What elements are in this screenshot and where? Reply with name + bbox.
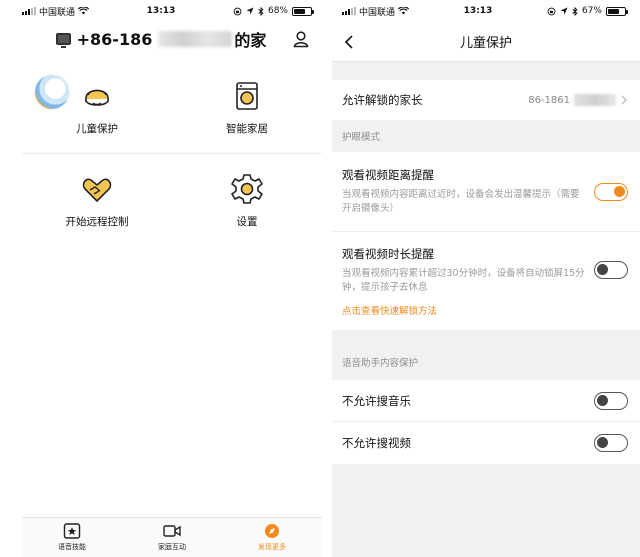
quick-unlock-link[interactable]: 点击查看快速解锁方法	[342, 303, 587, 317]
status-time: 13:13	[463, 6, 493, 16]
remote-control-entry[interactable]: 开始远程控制	[22, 154, 172, 246]
location-icon	[246, 7, 254, 15]
bottom-tab-bar: 语音技能 家庭互动 发现更多	[22, 517, 322, 557]
status-bar: 中国联通 13:13 67%	[332, 0, 640, 22]
screenshot-root: 中国联通 13:13 68% +86-186 的家 儿童保护 智能家居 开始远程…	[0, 0, 640, 557]
gear-icon	[231, 173, 263, 204]
child-head-icon	[85, 89, 109, 106]
block-music-row: 不允许搜音乐	[332, 380, 640, 422]
grid-label: 智能家居	[226, 123, 268, 135]
section-header-eye-care: 护眼模式	[342, 132, 381, 143]
home-title[interactable]: +86-186 的家	[55, 27, 267, 51]
bluetooth-icon	[572, 6, 578, 16]
grid-label: 开始远程控制	[65, 215, 129, 228]
tab-family-interaction[interactable]: 家庭互动	[122, 518, 222, 557]
wifi-icon	[398, 7, 410, 15]
compass-icon	[265, 524, 279, 538]
washing-machine-icon	[236, 82, 258, 110]
tab-voice-skills[interactable]: 语音技能	[22, 518, 122, 557]
section-header-voice-protection: 语音助手内容保护	[342, 358, 419, 369]
tab-label: 家庭互动	[158, 543, 186, 551]
feature-grid: 儿童保护 智能家居 开始远程控制 设置	[22, 62, 322, 246]
tab-discover-more[interactable]: 发现更多	[222, 518, 322, 557]
nav-bar: 儿童保护	[332, 22, 640, 62]
redacted-number	[574, 94, 616, 106]
signal-icon	[22, 7, 36, 15]
distance-reminder-desc: 当观看视频内容距离过近时，设备会发出温馨提示（需要开启摄像头）	[342, 189, 580, 214]
block-video-title: 不允许搜视频	[342, 436, 411, 450]
parent-value: 86-1861	[528, 94, 570, 106]
eye-care-group: 观看视频距离提醒 当观看视频内容距离过近时，设备会发出温馨提示（需要开启摄像头）…	[332, 152, 640, 330]
chevron-right-icon	[621, 95, 627, 105]
redacted-number	[158, 31, 233, 47]
grid-row: 儿童保护 智能家居	[22, 62, 322, 154]
tv-icon	[55, 33, 71, 48]
home-title-prefix: +86-186	[76, 29, 153, 49]
duration-reminder-row: 观看视频时长提醒 当观看视频内容累计超过30分钟时，设备将自动锁屏15分钟，提示…	[332, 232, 640, 330]
home-screen: 中国联通 13:13 68% +86-186 的家 儿童保护 智能家居 开始远程…	[0, 0, 322, 557]
grid-label: 儿童保护	[76, 123, 118, 135]
signal-icon	[342, 7, 356, 15]
child-protection-entry[interactable]: 儿童保护	[22, 62, 172, 153]
settings-entry[interactable]: 设置	[172, 154, 322, 246]
star-box-icon	[63, 523, 81, 539]
grid-label: 设置	[236, 215, 258, 228]
duration-reminder-toggle[interactable]	[594, 261, 628, 279]
battery-icon	[606, 6, 628, 16]
child-protection-screen: 中国联通 13:13 67% 儿童保护 允许解锁的家长 86-1861 护眼模式…	[332, 0, 640, 557]
block-video-row: 不允许搜视频	[332, 422, 640, 464]
heart-hands-icon	[82, 178, 112, 202]
back-arrow-icon[interactable]	[342, 34, 358, 50]
battery-icon	[292, 6, 314, 16]
carrier-label: 中国联通	[39, 7, 76, 18]
allowed-parent-row[interactable]: 允许解锁的家长 86-1861	[332, 80, 640, 120]
grid-row: 开始远程控制 设置	[22, 154, 322, 246]
distance-reminder-row: 观看视频距离提醒 当观看视频内容距离过近时，设备会发出温馨提示（需要开启摄像头）	[332, 152, 640, 232]
bluetooth-icon	[258, 6, 264, 16]
page-title: 儿童保护	[459, 36, 512, 51]
battery-percent: 68%	[267, 6, 288, 16]
carrier-label: 中国联通	[359, 7, 396, 18]
user-icon[interactable]	[292, 30, 310, 48]
video-camera-icon	[163, 525, 181, 537]
duration-reminder-title: 观看视频时长提醒	[342, 246, 434, 261]
duration-reminder-desc: 当观看视频内容累计超过30分钟时，设备将自动锁屏15分钟，提示孩子去休息	[342, 267, 585, 293]
location-icon	[560, 7, 568, 15]
status-bar: 中国联通 13:13 68%	[0, 0, 322, 22]
smart-home-entry[interactable]: 智能家居	[172, 62, 322, 153]
tab-label: 发现更多	[258, 543, 286, 551]
block-music-toggle[interactable]	[594, 391, 628, 410]
home-header: +86-186 的家	[0, 22, 322, 56]
status-time: 13:13	[146, 6, 176, 16]
battery-percent: 67%	[581, 6, 602, 16]
wifi-icon	[78, 7, 90, 15]
voice-protection-group: 不允许搜音乐 不允许搜视频	[332, 380, 640, 464]
rotation-lock-icon	[547, 7, 556, 15]
parent-label: 允许解锁的家长	[342, 93, 423, 107]
distance-reminder-toggle[interactable]	[594, 182, 628, 201]
home-title-suffix: 的家	[234, 31, 267, 50]
distance-reminder-title: 观看视频距离提醒	[342, 168, 434, 182]
block-music-title: 不允许搜音乐	[342, 393, 411, 408]
tab-label: 语音技能	[58, 543, 86, 551]
block-video-toggle[interactable]	[594, 434, 628, 452]
rotation-lock-icon	[233, 7, 242, 15]
